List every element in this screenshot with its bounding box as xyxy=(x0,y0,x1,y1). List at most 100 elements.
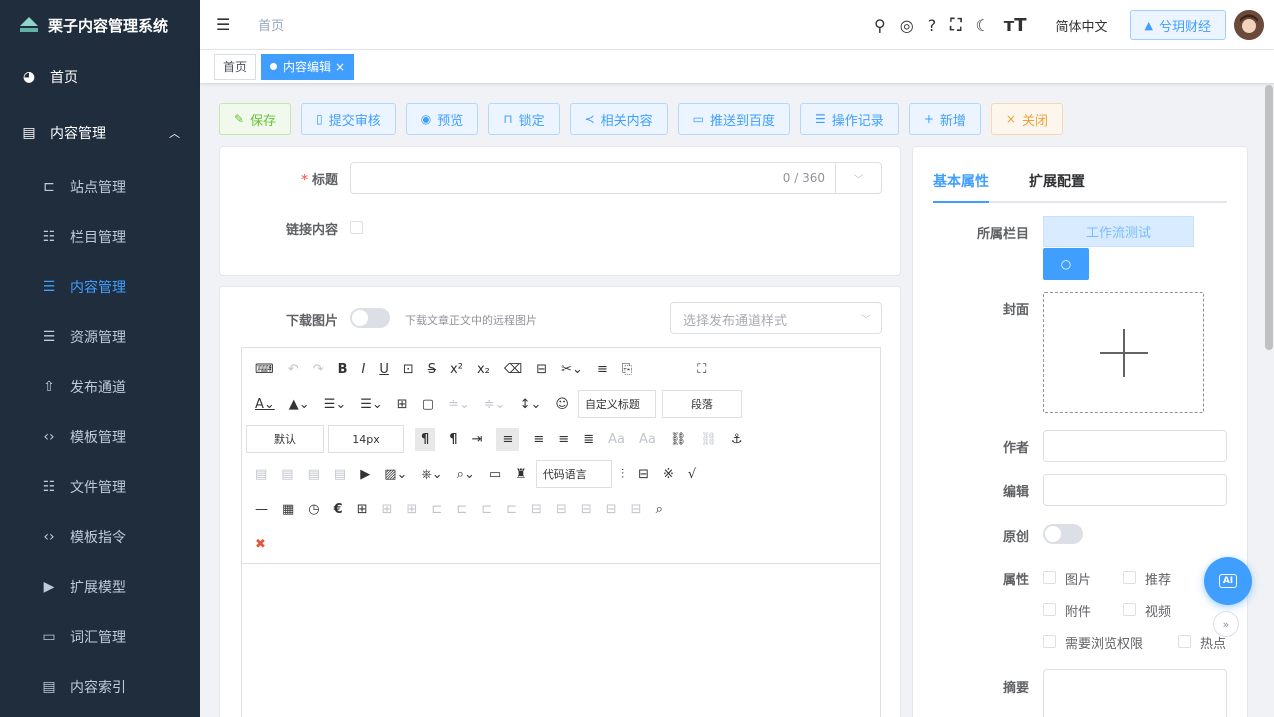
collapse-double-chevron-icon[interactable]: » xyxy=(1213,611,1239,637)
attr-permission-checkbox[interactable] xyxy=(1043,635,1056,648)
table-props-icon[interactable]: ⊟ xyxy=(631,502,642,517)
cover-upload[interactable] xyxy=(1043,292,1204,413)
avatar[interactable] xyxy=(1234,10,1264,40)
redo-icon[interactable]: ↷ xyxy=(313,362,324,377)
search-icon[interactable]: ⚲ xyxy=(874,16,886,35)
font-size-icon[interactable]: тT xyxy=(1004,15,1027,36)
sidebar-item-publish[interactable]: ⇧ 发布通道 xyxy=(0,362,200,412)
unlink-icon[interactable]: ⛓ xyxy=(700,432,717,447)
site-switch-button[interactable]: ▲ 兮玥财经 xyxy=(1129,10,1226,40)
table-icon[interactable]: ⊞ xyxy=(357,502,368,517)
line-height-icon[interactable]: ↕⌄ xyxy=(520,397,542,412)
anchor-icon[interactable]: ⚓ xyxy=(731,432,743,447)
underline-icon[interactable]: U xyxy=(379,362,389,377)
github-icon[interactable]: ◎ xyxy=(900,16,914,35)
sidebar-item-content[interactable]: ☰ 内容管理 xyxy=(0,262,200,312)
row-spacing-top-icon[interactable]: ≐⌄ xyxy=(448,397,470,412)
table-col-icon[interactable]: ⊏ xyxy=(481,502,492,517)
fullscreen-icon[interactable]: ⛶ xyxy=(697,362,706,377)
font-family-select[interactable]: 默认 xyxy=(246,425,324,453)
font-size-select[interactable]: 14px xyxy=(328,425,404,453)
tools-icon[interactable]: ✂⌄ xyxy=(561,362,583,377)
custom-title-select[interactable]: 自定义标题 xyxy=(577,390,656,418)
image-right-icon[interactable]: ▤ xyxy=(308,467,320,482)
link-content-checkbox[interactable] xyxy=(350,221,363,234)
attr-image-checkbox[interactable] xyxy=(1043,571,1056,584)
attr-video-checkbox[interactable] xyxy=(1123,603,1136,616)
paragraph-select[interactable]: 段落 xyxy=(661,390,742,418)
sidebar-item-word[interactable]: ▭ 词汇管理 xyxy=(0,612,200,662)
italic-icon[interactable]: I xyxy=(362,362,366,377)
tab-basic[interactable]: 基本属性 xyxy=(933,165,989,203)
original-switch[interactable] xyxy=(1043,524,1083,544)
select-all-icon[interactable]: ⊞ xyxy=(397,397,408,412)
font-color-icon[interactable]: A⌄ xyxy=(255,397,275,412)
page-break-icon[interactable]: ⫶ xyxy=(621,467,624,482)
ai-plugin-icon[interactable]: ✖ xyxy=(255,537,266,552)
align-right-icon[interactable]: ≡ xyxy=(558,432,569,447)
ai-assistant-button[interactable]: AI xyxy=(1204,557,1252,605)
lock-button[interactable]: ⊓ 锁定 xyxy=(488,103,560,135)
to-lower-icon[interactable]: Aa xyxy=(639,432,656,447)
ordered-list-icon[interactable]: ☰⌄ xyxy=(324,397,347,412)
align-left-icon[interactable]: ≡ xyxy=(496,427,520,451)
template-icon[interactable]: ⊟ xyxy=(638,467,649,482)
related-content-button[interactable]: ≺ 相关内容 xyxy=(569,103,668,135)
formula-icon[interactable]: √ xyxy=(688,467,696,482)
collapse-menu-icon[interactable]: ☰ xyxy=(216,15,232,34)
sidebar-item-index[interactable]: ▤ 内容索引 xyxy=(0,662,200,712)
title-input[interactable]: 0 / 360 ﹀ xyxy=(350,162,882,194)
help-icon[interactable]: ? xyxy=(928,16,937,35)
summary-textarea[interactable] xyxy=(1043,669,1227,717)
attr-recommend-checkbox[interactable] xyxy=(1123,571,1136,584)
subscript-icon[interactable]: x₂ xyxy=(477,362,490,377)
sidebar-item-content-group[interactable]: ▤ 内容管理 ︿ xyxy=(0,104,200,162)
table-merge-icon[interactable]: ⊏ xyxy=(506,502,517,517)
close-icon[interactable]: × xyxy=(335,60,345,74)
push-baidu-button[interactable]: ▭ 推送到百度 xyxy=(677,103,791,135)
find-replace-icon[interactable]: ⌕ xyxy=(656,502,663,517)
sidebar-item-directive[interactable]: ‹› 模板指令 xyxy=(0,512,200,562)
preview-button[interactable]: ◉ 预览 xyxy=(405,103,479,135)
align-center-icon[interactable]: ≡ xyxy=(533,432,544,447)
close-button[interactable]: × 关闭 xyxy=(990,103,1063,135)
code-language-select[interactable]: 代码语言 xyxy=(535,460,612,488)
paste-icon[interactable]: ⎘ xyxy=(622,362,632,377)
tag-content-edit[interactable]: 内容编辑 × xyxy=(261,53,355,80)
undo-icon[interactable]: ↶ xyxy=(288,362,299,377)
format-painter-icon[interactable]: ⊟ xyxy=(536,362,547,377)
keyboard-icon[interactable]: ⌨ xyxy=(255,362,274,377)
frame-icon[interactable]: ▭ xyxy=(489,467,501,482)
table-cell-icon[interactable]: ⊟ xyxy=(556,502,567,517)
ltr-icon[interactable]: ¶ xyxy=(415,427,436,451)
sidebar-item-catalog[interactable]: ☷ 栏目管理 xyxy=(0,212,200,262)
row-spacing-bottom-icon[interactable]: ≑⌄ xyxy=(484,397,506,412)
chevron-down-icon[interactable]: ﹀ xyxy=(835,163,881,193)
indent-icon[interactable]: ⇥ xyxy=(472,432,483,447)
align-justify-icon[interactable]: ≣ xyxy=(583,432,594,447)
list-style-icon[interactable]: ≡ xyxy=(597,362,608,377)
publish-style-select[interactable]: 选择发布通道样式 ﹀ xyxy=(670,302,882,334)
image-none-icon[interactable]: ▤ xyxy=(255,467,267,482)
dark-mode-icon[interactable]: ☾ xyxy=(975,16,989,35)
breadcrumb[interactable]: 首页 xyxy=(258,15,284,34)
attr-attachment-checkbox[interactable] xyxy=(1043,603,1056,616)
image-left-icon[interactable]: ▤ xyxy=(281,467,293,482)
emoji-icon[interactable]: ☺ xyxy=(555,397,569,412)
language-select[interactable]: 简体中文 xyxy=(1056,16,1108,35)
table-insert-icon[interactable]: ⊞ xyxy=(382,502,393,517)
image-icon[interactable]: ▨⌄ xyxy=(384,467,407,482)
page-scrollbar[interactable] xyxy=(1265,85,1273,350)
table-row-icon[interactable]: ⊏ xyxy=(456,502,467,517)
table-caption-icon[interactable]: ⊏ xyxy=(431,502,442,517)
sidebar-item-resource[interactable]: ☰ 资源管理 xyxy=(0,312,200,362)
time-icon[interactable]: ◷ xyxy=(308,502,319,517)
attr-hot-checkbox[interactable] xyxy=(1178,635,1191,648)
add-button[interactable]: + 新增 xyxy=(908,103,981,135)
scrawl-icon[interactable]: ※ xyxy=(663,467,674,482)
catalog-search-button[interactable]: ○ xyxy=(1043,248,1089,280)
table-delete-icon[interactable]: ⊞ xyxy=(407,502,418,517)
download-images-switch[interactable] xyxy=(350,308,390,328)
eraser-icon[interactable]: ⌫ xyxy=(504,362,522,377)
video-icon[interactable]: ▶ xyxy=(360,467,370,482)
